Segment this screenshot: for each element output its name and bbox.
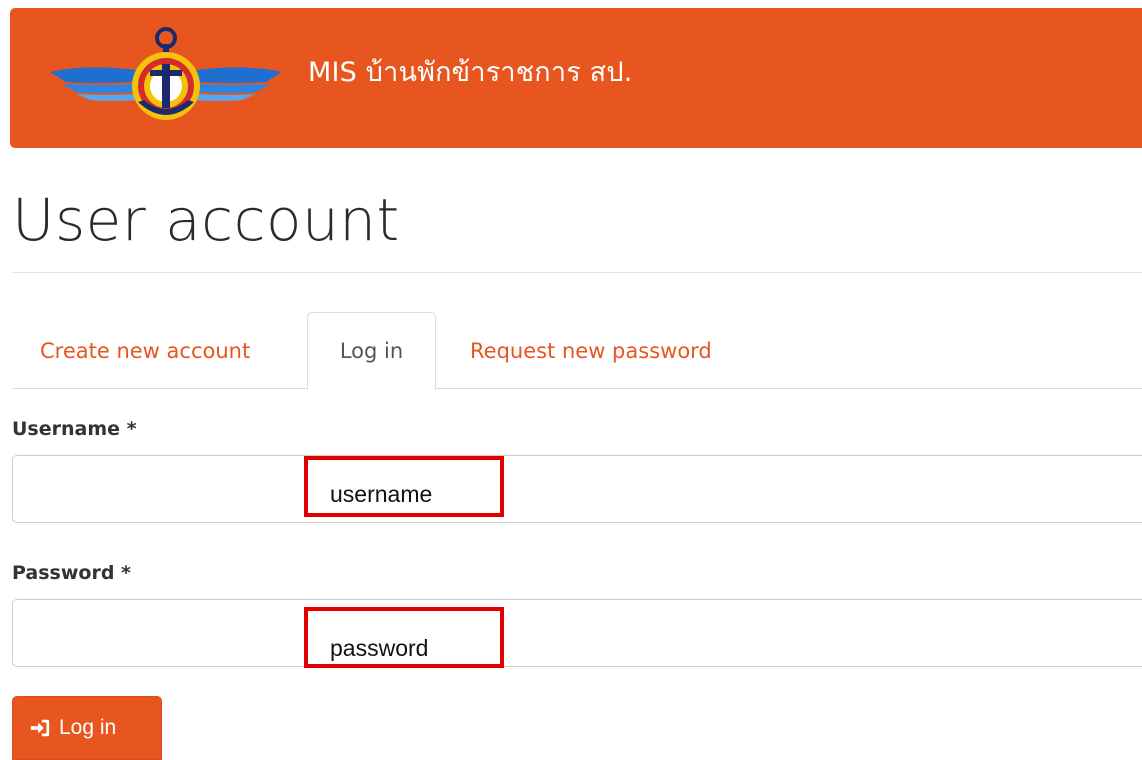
log-in-button[interactable]: Log in bbox=[12, 696, 162, 760]
sign-in-icon bbox=[29, 717, 51, 739]
password-annotation-text: password bbox=[330, 635, 429, 661]
tab-log-in[interactable]: Log in bbox=[307, 312, 436, 390]
username-annotation-text: username bbox=[330, 481, 433, 507]
password-input[interactable] bbox=[12, 599, 1142, 667]
password-annotation-box: password bbox=[304, 607, 504, 668]
page-title: User account bbox=[12, 186, 400, 254]
site-name[interactable]: MIS บ้านพักข้าราชการ สป. bbox=[308, 50, 632, 93]
tab-request-new-password[interactable]: Request new password bbox=[452, 312, 772, 389]
username-input[interactable] bbox=[12, 455, 1142, 523]
username-annotation-box: username bbox=[304, 456, 504, 517]
site-logo[interactable] bbox=[46, 24, 286, 134]
tab-create-new-account[interactable]: Create new account bbox=[26, 312, 296, 389]
page: MIS บ้านพักข้าราชการ สป. User account Cr… bbox=[0, 0, 1142, 760]
wings-anchor-emblem-icon bbox=[50, 27, 282, 120]
account-tabs: Create new account Log in Request new pa… bbox=[12, 312, 1142, 390]
title-divider bbox=[12, 272, 1142, 273]
password-label: Password * bbox=[12, 562, 131, 584]
username-label: Username * bbox=[12, 418, 137, 440]
log-in-button-label: Log in bbox=[59, 716, 117, 739]
site-header: MIS บ้านพักข้าราชการ สป. bbox=[10, 8, 1142, 148]
